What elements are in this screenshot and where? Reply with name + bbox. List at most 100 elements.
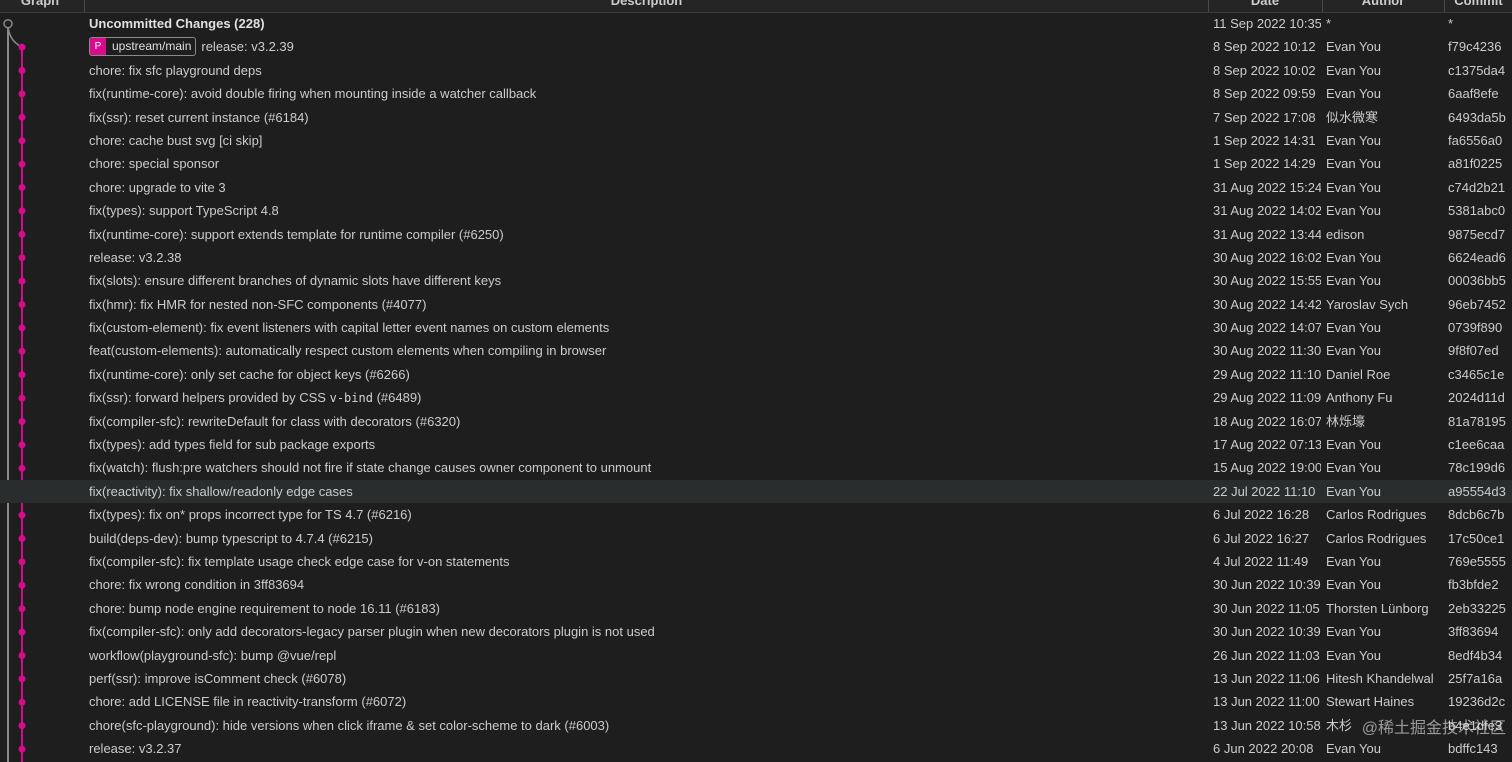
description-text: fix(ssr): reset current instance (#6184)	[89, 109, 309, 125]
commit-hash: 769e5555	[1448, 553, 1506, 569]
commit-row[interactable]: fix(slots): ensure different branches of…	[0, 269, 1512, 292]
commit-author: Yaroslav Sych	[1326, 296, 1409, 312]
commit-author: Evan You	[1326, 62, 1381, 78]
commit-date: 30 Jun 2022 11:05	[1213, 600, 1320, 616]
commit-description: fix(compiler-sfc): only add decorators-l…	[89, 620, 1199, 643]
commit-row[interactable]: release: v3.2.37 6 Jun 2022 20:08 Evan You…	[0, 737, 1512, 760]
commit-hash: 81a78195	[1448, 413, 1506, 429]
commit-description: chore: fix wrong condition in 3ff83694	[89, 573, 1199, 596]
commit-row[interactable]: fix(types): fix on* props incorrect type…	[0, 503, 1512, 526]
commit-row[interactable]: chore: fix wrong condition in 3ff83694 30…	[0, 573, 1512, 596]
commit-date: 22 Jul 2022 11:10	[1213, 483, 1316, 499]
commit-author: 似水微寒	[1326, 109, 1379, 125]
commit-row[interactable]: fix(hmr): fix HMR for nested non-SFC com…	[0, 293, 1512, 316]
commit-row[interactable]: chore: add LICENSE file in reactivity-tr…	[0, 690, 1512, 713]
commit-author: Evan You	[1326, 460, 1381, 476]
commit-row[interactable]: fix(compiler-sfc): only add decorators-l…	[0, 620, 1512, 643]
commit-author: *	[1326, 16, 1332, 31]
commit-description: workflow(playground-sfc): bump @vue/repl	[89, 644, 1199, 667]
commit-row[interactable]: build(deps-dev): bump typescript to 4.7.…	[0, 527, 1512, 550]
commit-row[interactable]: chore: cache bust svg [ci skip] 1 Sep 202…	[0, 129, 1512, 152]
commit-row[interactable]: fix(runtime-core): avoid double firing w…	[0, 82, 1512, 105]
commit-row[interactable]: fix(runtime-core): support extends templ…	[0, 223, 1512, 246]
commit-row[interactable]: chore: special sponsor 1 Sep 2022 14:29 Ev…	[0, 152, 1512, 175]
commit-author: Evan You	[1326, 624, 1381, 640]
commit-row[interactable]: fix(custom-element): fix event listeners…	[0, 316, 1512, 339]
description-column-header[interactable]: Description	[85, 0, 1208, 8]
commit-description: chore: fix sfc playground deps	[89, 59, 1199, 82]
description-text: chore: add LICENSE file in reactivity-tr…	[89, 694, 407, 710]
commit-date: 31 Aug 2022 15:24	[1213, 179, 1321, 195]
commit-author: Evan You	[1326, 577, 1381, 593]
commit-date: 30 Aug 2022 14:42	[1213, 296, 1321, 312]
commit-row[interactable]: chore: fix sfc playground deps 8 Sep 2022…	[0, 59, 1512, 82]
date-column-header[interactable]: Date	[1209, 0, 1321, 8]
branch-label[interactable]: Pupstream/main	[89, 37, 197, 57]
commit-author: Evan You	[1326, 553, 1381, 569]
commit-hash: c74d2b21	[1448, 179, 1506, 195]
uncommitted-changes-row[interactable]: Uncommitted Changes (228) 11 Sep 2022 10:…	[0, 12, 1512, 35]
commit-date: 13 Jun 2022 11:00	[1213, 694, 1320, 710]
description-text: Uncommitted Changes (228)	[89, 16, 265, 31]
commit-author: Evan You	[1326, 343, 1381, 359]
commit-row[interactable]: fix(runtime-core): only set cache for ob…	[0, 363, 1512, 386]
commit-hash: c1ee6caa	[1448, 437, 1505, 453]
commit-description: fix(runtime-core): only set cache for ob…	[89, 363, 1199, 386]
description-text: release: v3.2.39	[201, 39, 294, 55]
description-text: fix(custom-element): fix event listeners…	[89, 320, 610, 336]
commit-row[interactable]: fix(types): support TypeScript 4.8 31 Aug…	[0, 199, 1512, 222]
description-text: chore: bump node engine requirement to n…	[89, 600, 441, 616]
author-column-header[interactable]: Author	[1323, 0, 1443, 8]
commit-hash: c3465c1e	[1448, 366, 1505, 382]
commit-date: 30 Jun 2022 10:39	[1213, 577, 1321, 593]
commit-row[interactable]: workflow(playground-sfc): bump @vue/repl…	[0, 644, 1512, 667]
commit-date: 30 Aug 2022 15:55	[1213, 273, 1321, 289]
commit-row[interactable]: chore: bump node engine requirement to n…	[0, 597, 1512, 620]
commit-row[interactable]: fix(compiler-sfc): fix template usage ch…	[0, 550, 1512, 573]
commit-author: 林烁壕	[1326, 413, 1366, 429]
commit-row[interactable]: fix(compiler-sfc): rewriteDefault for cl…	[0, 410, 1512, 433]
commit-row[interactable]: fix(watch): flush:pre watchers should no…	[0, 456, 1512, 479]
commit-author: Evan You	[1326, 156, 1381, 172]
commit-row[interactable]: fix(ssr): reset current instance (#6184)…	[0, 106, 1512, 129]
commit-description: perf(ssr): improve isComment check (#607…	[89, 667, 1199, 690]
commit-description: fix(types): support TypeScript 4.8	[89, 199, 1199, 222]
commit-row[interactable]: chore(sfc-playground): hide versions whe…	[0, 714, 1512, 737]
commit-row[interactable]: perf(ssr): improve isComment check (#607…	[0, 667, 1512, 690]
commit-hash: 6493da5b	[1448, 109, 1506, 125]
commit-date: 6 Jul 2022 16:28	[1213, 507, 1310, 523]
commit-hash: a81f0225	[1448, 156, 1503, 172]
description-text: fix(runtime-core): support extends templ…	[89, 226, 504, 242]
commit-hash: 8dcb6c7b	[1448, 507, 1505, 523]
description-text: (#6489)	[372, 390, 422, 406]
description-text: fix(types): support TypeScript 4.8	[89, 203, 279, 219]
commit-row[interactable]: fix(reactivity): fix shallow/readonly ed…	[0, 479, 1512, 504]
commit-hash: 9875ecd7	[1448, 226, 1506, 242]
commit-row[interactable]: fix(ssr): forward helpers provided by CS…	[0, 386, 1512, 409]
commit-column-header[interactable]: Commit	[1445, 0, 1512, 8]
commit-hash: 6624ead6	[1448, 249, 1506, 265]
branch-icon: P	[90, 38, 106, 56]
commit-row[interactable]: feat(custom-elements): automatically res…	[0, 339, 1512, 362]
commit-description: release: v3.2.38	[89, 246, 1199, 269]
commit-hash: bdffc143	[1448, 741, 1498, 757]
commit-author: Carlos Rodrigues	[1326, 530, 1427, 546]
commit-author: Hitesh Khandelwal	[1326, 670, 1434, 686]
description-text: chore(sfc-playground): hide versions whe…	[89, 717, 610, 733]
description-text: perf(ssr): improve isComment check (#607…	[89, 670, 347, 686]
commit-row[interactable]: release: v3.2.38 30 Aug 2022 16:02 Evan Yo…	[0, 246, 1512, 269]
commit-hash: 2024d11d	[1448, 390, 1505, 406]
commit-date: 6 Jun 2022 20:08	[1213, 741, 1314, 757]
commit-row[interactable]: fix(types): add types field for sub pack…	[0, 433, 1512, 456]
commit-date: 8 Sep 2022 10:12	[1213, 39, 1316, 55]
commit-date: 8 Sep 2022 09:59	[1213, 86, 1316, 102]
commit-author: Stewart Haines	[1326, 694, 1415, 710]
commit-row[interactable]: chore: upgrade to vite 3 31 Aug 2022 15:2…	[0, 176, 1512, 199]
commit-row[interactable]: Pupstream/main release: v3.2.39 8 Sep 2022…	[0, 35, 1512, 58]
commit-description: Uncommitted Changes (228)	[89, 12, 1199, 35]
commit-author: Evan You	[1326, 179, 1381, 195]
commit-date: 17 Aug 2022 07:13	[1213, 437, 1321, 453]
description-text: chore: fix sfc playground deps	[89, 62, 262, 78]
commit-hash: *	[1448, 16, 1454, 31]
graph-column-header[interactable]: Graph	[0, 0, 80, 8]
